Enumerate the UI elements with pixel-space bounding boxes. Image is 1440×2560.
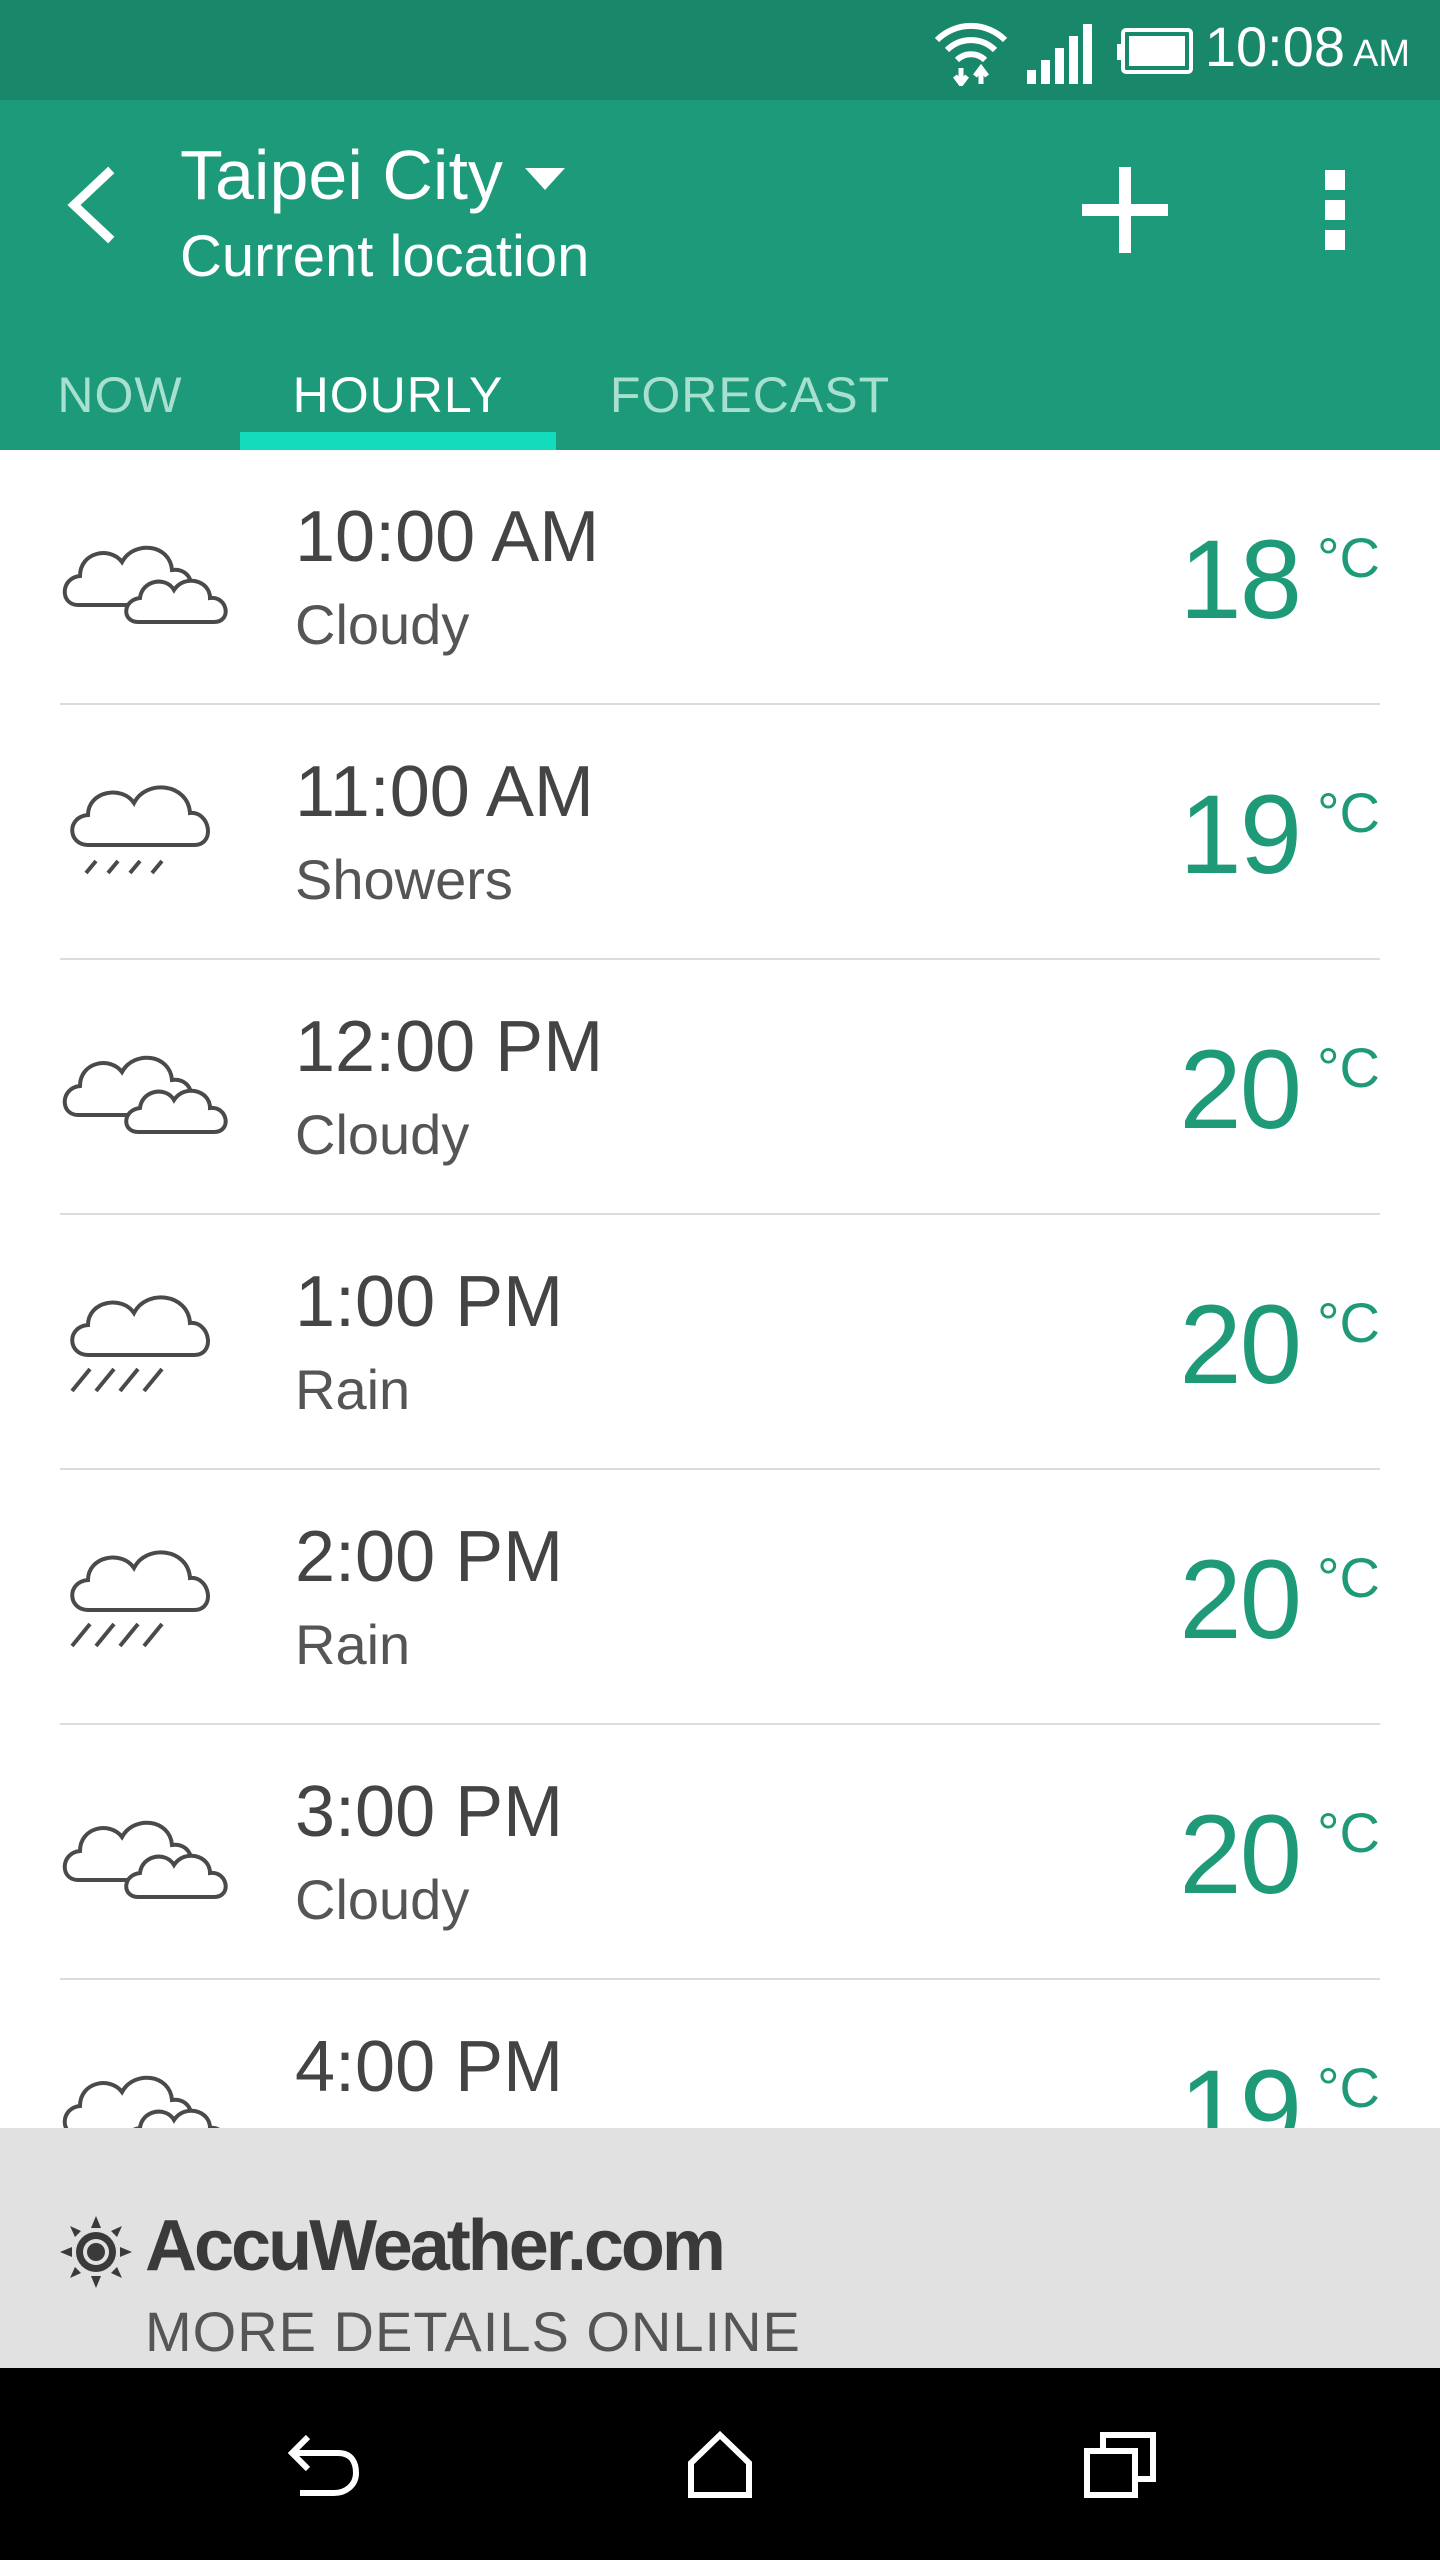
hour-condition: Cloudy <box>295 593 470 656</box>
hour-row[interactable]: 1:00 PM Rain 20 °C <box>0 1215 1440 1470</box>
city-name: Taipei City <box>180 136 503 214</box>
temperature-unit: °C <box>1317 1546 1380 1609</box>
hour-time: 2:00 PM <box>295 1517 564 1597</box>
status-ampm: AM <box>1353 32 1410 75</box>
rain-icon <box>70 1550 210 1648</box>
cloudy-icon <box>62 2075 220 2128</box>
hour-row[interactable]: 4:00 PM 19 °C <box>0 1980 1440 2128</box>
tab-now[interactable]: NOW <box>30 340 210 450</box>
hour-row[interactable]: 11:00 AM Showers 19 °C <box>0 705 1440 960</box>
hour-row[interactable]: 2:00 PM Rain 20 °C <box>0 1470 1440 1725</box>
hour-condition: Rain <box>295 1358 411 1421</box>
add-icon <box>1082 167 1168 253</box>
hour-time: 4:00 PM <box>295 2027 564 2107</box>
tab-forecast[interactable]: FORECAST <box>590 340 910 450</box>
weather-screen: 10:08 AM Taipei City Current location NO… <box>0 0 1440 2560</box>
back-arrow-icon <box>67 166 115 244</box>
more-details-link[interactable]: MORE DETAILS ONLINE <box>145 2300 801 2364</box>
more-options-button[interactable] <box>1290 155 1380 265</box>
status-icons: 10:08 AM <box>931 14 1410 86</box>
hour-temperature: 20 <box>1179 1282 1302 1407</box>
temperature-unit: °C <box>1317 2056 1380 2119</box>
rain-icon <box>70 1295 210 1393</box>
nav-back-button[interactable] <box>260 2404 380 2524</box>
location-subtitle: Current location <box>180 224 590 289</box>
hour-condition: Cloudy <box>295 1103 470 1166</box>
hour-temperature: 18 <box>1179 517 1302 642</box>
more-vert-icon <box>1325 170 1345 250</box>
hour-time: 1:00 PM <box>295 1262 564 1342</box>
hour-temperature: 19 <box>1179 2047 1302 2129</box>
temperature-unit: °C <box>1317 1036 1380 1099</box>
battery-icon <box>1116 28 1193 74</box>
system-nav-bar <box>0 2368 1440 2560</box>
hour-time: 10:00 AM <box>295 497 600 577</box>
hour-condition: Cloudy <box>295 1868 470 1931</box>
city-row: Taipei City <box>180 130 589 220</box>
nav-home-button[interactable] <box>660 2404 780 2524</box>
wifi-icon <box>934 22 1007 86</box>
temperature-unit: °C <box>1317 1291 1380 1354</box>
signal-icon <box>1026 24 1092 84</box>
hour-time: 3:00 PM <box>295 1772 564 1852</box>
cloudy-icon <box>62 1820 228 1899</box>
hour-temperature: 19 <box>1179 772 1302 897</box>
tab-indicator <box>240 432 556 450</box>
hour-condition: Rain <box>295 1613 411 1676</box>
nav-back-icon <box>287 2434 360 2496</box>
hour-row[interactable]: 10:00 AM Cloudy 18 °C <box>0 450 1440 705</box>
nav-home-icon <box>688 2430 752 2498</box>
hour-condition: Showers <box>295 848 513 911</box>
add-location-button[interactable] <box>1070 155 1180 265</box>
hour-temperature: 20 <box>1179 1537 1302 1662</box>
hour-row[interactable]: 12:00 PM Cloudy 20 °C <box>0 960 1440 1215</box>
showers-icon <box>70 785 210 875</box>
status-time: 10:08 AM <box>1204 14 1410 78</box>
hour-time: 11:00 AM <box>295 752 594 832</box>
dropdown-icon <box>524 168 565 190</box>
temperature-unit: °C <box>1317 526 1380 589</box>
location-selector[interactable]: Taipei City Current location <box>180 130 589 292</box>
accuweather-banner[interactable]: AccuWeather.com MORE DETAILS ONLINE <box>0 2128 1440 2368</box>
hourly-list[interactable]: 10:00 AM Cloudy 18 °C 11:00 AM Showers 1… <box>0 450 1440 2128</box>
temperature-unit: °C <box>1317 781 1380 844</box>
cloudy-icon <box>62 545 228 624</box>
status-bar: 10:08 AM <box>0 0 1440 100</box>
accuweather-sun-icon <box>60 2216 132 2288</box>
cloudy-icon <box>62 1055 228 1134</box>
hour-time: 12:00 PM <box>295 1007 604 1087</box>
temperature-unit: °C <box>1317 1801 1380 1864</box>
hour-temperature: 20 <box>1179 1792 1302 1917</box>
hour-temperature: 20 <box>1179 1027 1302 1152</box>
nav-recent-apps-icon <box>1084 2432 1156 2498</box>
accuweather-brand: AccuWeather.com <box>145 2206 726 2286</box>
nav-recent-apps-button[interactable] <box>1060 2404 1180 2524</box>
hour-row[interactable]: 3:00 PM Cloudy 20 °C <box>0 1725 1440 1980</box>
back-button[interactable] <box>40 155 140 255</box>
app-bar: Taipei City Current location NOW HOURLY <box>0 100 1440 450</box>
tab-bar: NOW HOURLY FORECAST <box>0 340 1440 450</box>
